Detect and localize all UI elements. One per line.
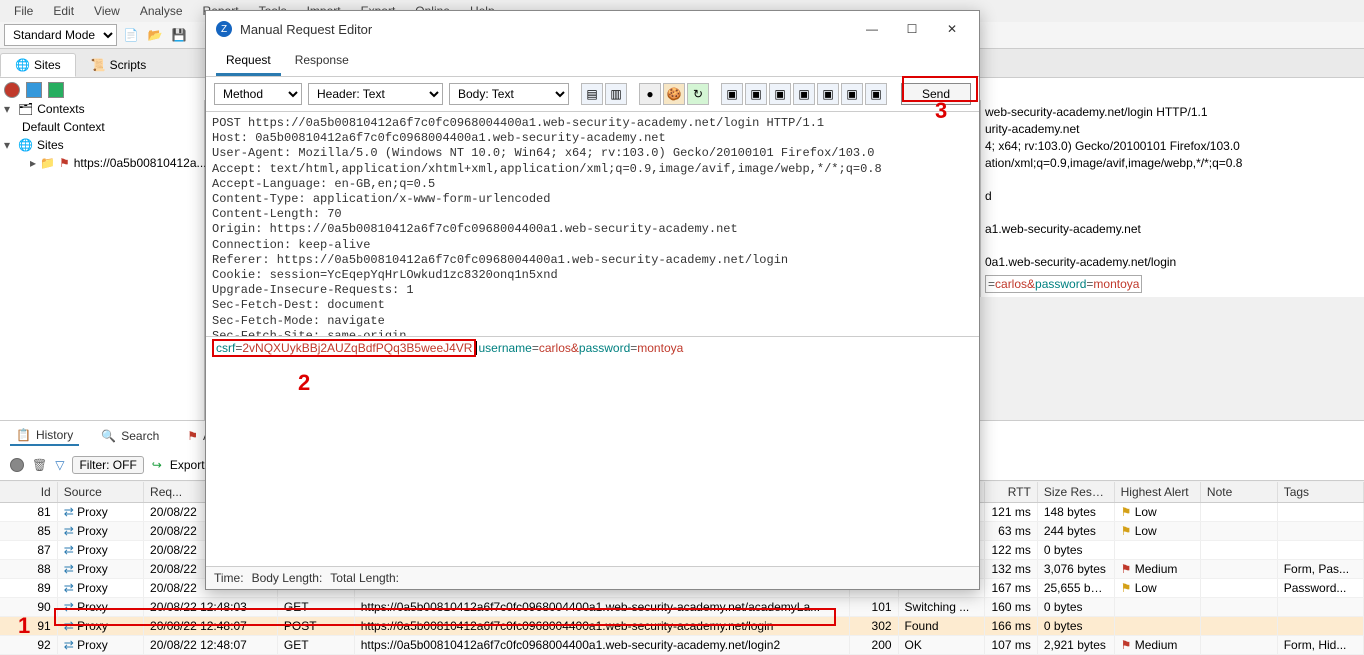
- tree-default-context-label: Default Context: [22, 120, 105, 134]
- remnant-text: web-security-academy.net/login HTTP/1.1 …: [985, 104, 1360, 271]
- annotation-1: 1: [18, 613, 30, 639]
- dialog-tabs: Request Response: [206, 47, 979, 77]
- chevron-right-icon[interactable]: ▸: [30, 156, 36, 170]
- funnel-icon[interactable]: ▽: [55, 458, 64, 472]
- flag-icon: ⚑: [187, 429, 198, 443]
- tab-response[interactable]: Response: [285, 47, 359, 76]
- open-session-icon[interactable]: 📂: [145, 25, 165, 45]
- annotation-3: 3: [935, 98, 947, 124]
- table-row[interactable]: 92⇄ Proxy20/08/22 12:48:07GEThttps://0a5…: [0, 636, 1364, 655]
- show-all-icon[interactable]: [26, 82, 42, 98]
- cookie-icons: ● 🍪 ↻: [639, 83, 709, 105]
- manual-request-editor-dialog: Z Manual Request Editor — ☐ ✕ Request Re…: [205, 10, 980, 590]
- cookie-icon[interactable]: 🍪: [663, 83, 685, 105]
- layout-7-icon[interactable]: ▣: [865, 83, 887, 105]
- layout-1-icon[interactable]: ▣: [721, 83, 743, 105]
- menu-edit[interactable]: Edit: [43, 2, 84, 20]
- history-icon: 📋: [16, 428, 31, 442]
- tree-contexts[interactable]: ▾ 🗂 Contexts: [0, 100, 204, 118]
- col-tags[interactable]: Tags: [1278, 482, 1364, 502]
- body-view-select[interactable]: Body: Text: [449, 83, 569, 105]
- flag-icon: ⚑: [59, 156, 70, 170]
- tree-site-url: https://0a5b00810412a...: [74, 156, 207, 170]
- request-headers-textarea[interactable]: POST https://0a5b00810412a6f7c0fc0968004…: [206, 112, 979, 337]
- globe-icon: 🌐: [15, 58, 30, 72]
- tab-search-label: Search: [121, 429, 159, 443]
- split-horizontal-icon[interactable]: ▤: [581, 83, 603, 105]
- mode-select[interactable]: Standard Mode: [4, 24, 117, 46]
- col-size[interactable]: Size Resp. ...: [1038, 482, 1115, 502]
- request-body-textarea[interactable]: csrf=2vNQXUykBBj2AUZqBdfPQq3B5weeJ4VRuse…: [206, 337, 979, 567]
- tab-history-label: History: [36, 428, 73, 442]
- close-button[interactable]: ✕: [935, 17, 969, 41]
- menu-file[interactable]: File: [4, 2, 43, 20]
- layout-6-icon[interactable]: ▣: [841, 83, 863, 105]
- maximize-button[interactable]: ☐: [895, 17, 929, 41]
- show-scope-icon[interactable]: [48, 82, 64, 98]
- dialog-title: Manual Request Editor: [240, 22, 847, 37]
- annotation-1-box: [54, 608, 836, 626]
- dialog-body: POST https://0a5b00810412a6f7c0fc0968004…: [206, 112, 979, 589]
- site-folder-icon: 📁: [40, 156, 55, 170]
- tab-scripts[interactable]: 📜 Scripts: [76, 53, 162, 77]
- refresh-icon[interactable]: ↻: [687, 83, 709, 105]
- status-time-label: Time:: [214, 571, 244, 585]
- col-rtt[interactable]: RTT: [985, 482, 1038, 502]
- tab-sites-label: Sites: [34, 58, 61, 72]
- layout-4-icon[interactable]: ▣: [793, 83, 815, 105]
- record-off-icon[interactable]: ●: [639, 83, 661, 105]
- script-icon: 📜: [91, 58, 106, 72]
- remnant-body-params: =carlos&password=montoya: [985, 275, 1142, 293]
- status-total-length-label: Total Length:: [330, 571, 399, 585]
- dialog-toolbar: Method Header: Text Body: Text ▤ ▥ ● 🍪 ↻…: [206, 77, 979, 112]
- tab-sites[interactable]: 🌐 Sites: [0, 53, 76, 77]
- tree-site-item[interactable]: ▸ 📁 ⚑ https://0a5b00810412a...: [0, 154, 204, 172]
- filter-toggle[interactable]: Filter: OFF: [72, 456, 143, 474]
- view-icons: ▤ ▥: [581, 83, 627, 105]
- export-label[interactable]: Export: [170, 458, 205, 472]
- chevron-down-icon[interactable]: ▾: [4, 138, 14, 152]
- menu-analyse[interactable]: Analyse: [130, 2, 193, 20]
- status-body-length-label: Body Length:: [252, 571, 323, 585]
- tab-request[interactable]: Request: [216, 47, 281, 76]
- minimize-button[interactable]: —: [855, 17, 889, 41]
- tree-sites[interactable]: ▾ 🌐 Sites: [0, 136, 204, 154]
- tree-default-context[interactable]: Default Context: [0, 118, 204, 136]
- tab-scripts-label: Scripts: [110, 58, 147, 72]
- export-icon[interactable]: ↪: [152, 458, 162, 472]
- method-select[interactable]: Method: [214, 83, 302, 105]
- search-icon: 🔍: [101, 429, 116, 443]
- chevron-down-icon[interactable]: ▾: [4, 102, 14, 116]
- target-icon[interactable]: [4, 82, 20, 98]
- request-panel-remnant: web-security-academy.net/login HTTP/1.1 …: [980, 100, 1364, 297]
- tree-sites-label: Sites: [37, 138, 64, 152]
- scope-off-icon[interactable]: [10, 458, 24, 472]
- col-note[interactable]: Note: [1201, 482, 1278, 502]
- contexts-icon: 🗂: [18, 102, 33, 116]
- new-session-icon[interactable]: 📄: [121, 25, 141, 45]
- layout-icons: ▣ ▣ ▣ ▣ ▣ ▣ ▣: [721, 83, 887, 105]
- dialog-titlebar[interactable]: Z Manual Request Editor — ☐ ✕: [206, 11, 979, 47]
- tree-contexts-label: Contexts: [37, 102, 84, 116]
- globe-icon: 🌐: [18, 138, 33, 152]
- split-vertical-icon[interactable]: ▥: [605, 83, 627, 105]
- sites-tree: ▾ 🗂 Contexts Default Context ▾ 🌐 Sites ▸…: [0, 100, 205, 420]
- col-id[interactable]: Id: [0, 482, 58, 502]
- trash-icon[interactable]: 🗑: [32, 458, 47, 472]
- layout-3-icon[interactable]: ▣: [769, 83, 791, 105]
- tab-history[interactable]: 📋 History: [10, 425, 79, 446]
- dialog-status-bar: Time: Body Length: Total Length:: [206, 567, 979, 589]
- zap-icon: Z: [216, 21, 232, 37]
- layout-5-icon[interactable]: ▣: [817, 83, 839, 105]
- layout-2-icon[interactable]: ▣: [745, 83, 767, 105]
- annotation-2: 2: [298, 370, 310, 396]
- header-view-select[interactable]: Header: Text: [308, 83, 443, 105]
- csrf-param-highlight: csrf=2vNQXUykBBj2AUZqBdfPQq3B5weeJ4VR: [212, 339, 476, 357]
- menu-view[interactable]: View: [84, 2, 130, 20]
- col-highest-alert[interactable]: Highest Alert: [1115, 482, 1201, 502]
- tab-search[interactable]: 🔍 Search: [95, 426, 165, 446]
- save-session-icon[interactable]: 💾: [169, 25, 189, 45]
- col-source[interactable]: Source: [58, 482, 144, 502]
